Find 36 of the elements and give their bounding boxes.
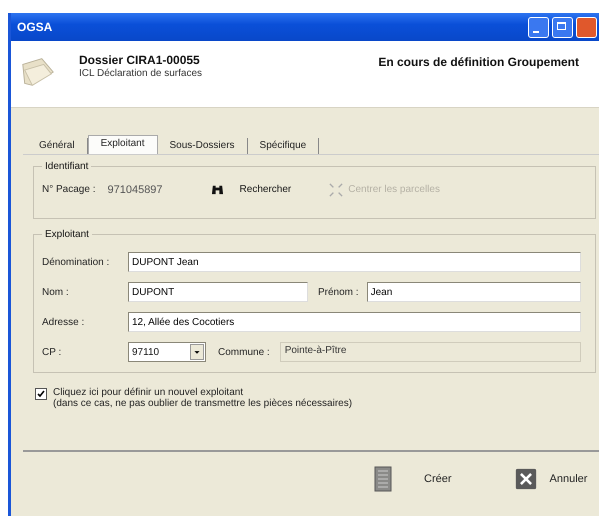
- action-button[interactable]: Annuler: [546, 470, 590, 488]
- maximize-button[interactable]: [552, 16, 573, 38]
- checkbox-note: (dans ce cas, ne pas oublier de transmettre les pièces nécessaires): [53, 398, 352, 409]
- search-button[interactable]: Rechercher: [238, 182, 294, 197]
- tab[interactable]: Spécifique: [248, 138, 320, 154]
- field-label: Nom :: [42, 286, 70, 298]
- tab[interactable]: Sous-Dossiers: [158, 138, 248, 154]
- window-title: OGSA: [17, 20, 52, 34]
- close-icon: [514, 466, 537, 492]
- dossier-title: Dossier CIRA1-00055: [79, 53, 201, 67]
- dossier-subtitle: ICL Déclaration de surfaces: [79, 68, 202, 79]
- checkbox-label: Cliquez ici pour définir un nouvel exploitant: [53, 387, 244, 398]
- field-label: Commune :: [218, 346, 270, 358]
- field-label: Dénomination :: [42, 256, 110, 268]
- input-field[interactable]: DUPONT: [128, 282, 308, 302]
- close-button[interactable]: [576, 16, 597, 38]
- checkbox[interactable]: [35, 388, 47, 400]
- group-legend: Identifiant: [42, 161, 92, 172]
- input-field[interactable]: Jean: [366, 282, 581, 302]
- action-button[interactable]: Créer: [421, 470, 455, 488]
- field-label: Prénom :: [318, 286, 359, 298]
- center-icon: [329, 182, 344, 196]
- field-label: CP :: [42, 346, 62, 358]
- input-field[interactable]: 12, Allée des Cocotiers: [128, 312, 581, 332]
- field-label: Adresse :: [42, 316, 86, 328]
- postcode-dropdown[interactable]: 97110: [128, 342, 206, 362]
- readonly-field: Pointe-à-Pître: [280, 342, 581, 362]
- tab[interactable]: Exploitant: [88, 135, 158, 154]
- pacage-label: N° Pacage :: [42, 184, 96, 195]
- pacage-value: 971045897: [107, 184, 163, 196]
- input-field[interactable]: DUPONT Jean: [128, 252, 581, 272]
- minimize-button[interactable]: [528, 16, 549, 38]
- dossier-status: En cours de définition Groupement: [378, 55, 579, 69]
- caret-icon[interactable]: [190, 344, 204, 360]
- group-legend: Exploitant: [42, 229, 92, 240]
- binoculars-icon: [210, 183, 224, 196]
